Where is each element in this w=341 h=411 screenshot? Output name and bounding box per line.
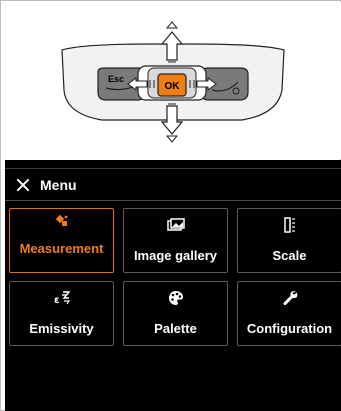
tile-scale[interactable]: Scale xyxy=(237,208,341,273)
tile-measurement[interactable]: Measurement xyxy=(9,208,114,273)
wrench-icon xyxy=(238,290,341,306)
tile-label: Configuration xyxy=(246,321,333,336)
tile-configuration[interactable]: Configuration xyxy=(237,281,341,346)
tile-label: Image gallery xyxy=(133,248,218,263)
keypad-diagram: Esc OK xyxy=(2,2,341,159)
tile-label: Emissivity xyxy=(29,321,94,336)
emissivity-icon: ε xyxy=(10,290,113,306)
palette-icon xyxy=(124,290,227,306)
image-gallery-icon xyxy=(124,217,227,233)
ok-button[interactable]: OK xyxy=(157,73,187,97)
scale-icon xyxy=(238,217,341,233)
tile-image-gallery[interactable]: Image gallery xyxy=(123,208,228,273)
menu-grid: Measurement Image gallery Scale ε Emissi… xyxy=(9,208,341,346)
menu-header: Menu xyxy=(5,168,341,201)
measurement-icon xyxy=(10,213,113,229)
svg-text:ε: ε xyxy=(54,295,60,306)
tile-label: Measurement xyxy=(19,241,104,256)
keypad-illustration: Esc OK xyxy=(61,21,285,143)
tile-emissivity[interactable]: ε Emissivity xyxy=(9,281,114,346)
window-frame: Esc OK Menu Measurement Image gallery Sc… xyxy=(0,0,341,411)
close-icon[interactable] xyxy=(16,178,30,192)
esc-label: Esc xyxy=(108,74,124,84)
tile-palette[interactable]: Palette xyxy=(123,281,228,346)
tile-label: Scale xyxy=(272,248,307,263)
device-screen: Menu Measurement Image gallery Scale ε E… xyxy=(5,160,341,411)
menu-title: Menu xyxy=(40,176,77,193)
ok-label: OK xyxy=(165,81,181,92)
tile-label: Palette xyxy=(154,321,197,336)
